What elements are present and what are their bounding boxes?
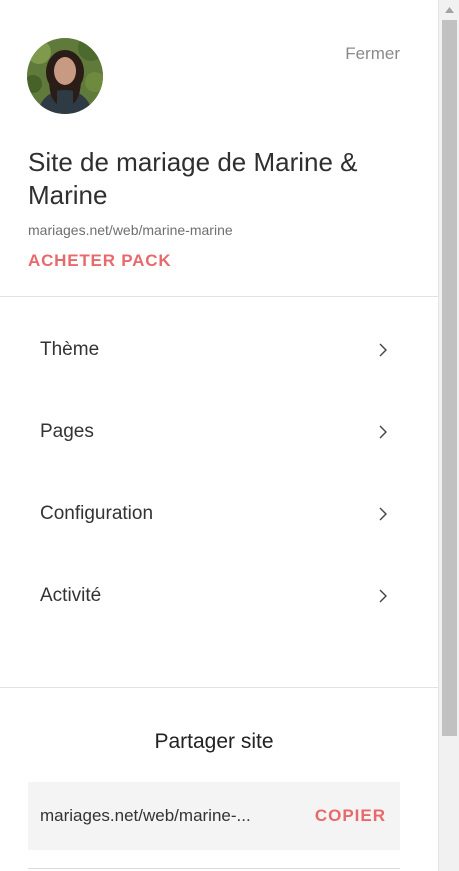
chevron-right-icon (379, 425, 387, 439)
menu-item-label: Activité (40, 585, 102, 606)
chevron-right-icon (379, 507, 387, 521)
buy-pack-link[interactable]: ACHETER PACK (28, 251, 171, 271)
scrollbar-thumb[interactable] (442, 20, 457, 736)
chevron-right-icon (379, 343, 387, 357)
divider (0, 296, 438, 297)
avatar (27, 38, 103, 114)
site-settings-panel: Fermer Site de mariage de Marine & Marin… (0, 0, 438, 871)
menu-item-activity[interactable]: Activité (40, 576, 390, 616)
chevron-right-icon (379, 589, 387, 603)
menu-item-label: Thème (40, 339, 100, 360)
site-title: Site de mariage de Marine & Marine (28, 147, 358, 210)
share-title: Partager site (154, 730, 274, 753)
menu-item-label: Pages (40, 421, 94, 442)
menu-item-theme[interactable]: Thème (40, 330, 390, 370)
vertical-scrollbar[interactable] (438, 0, 459, 871)
scroll-up-arrow-icon[interactable] (439, 0, 459, 20)
site-url: mariages.net/web/marine-marine (28, 222, 233, 238)
divider (0, 687, 438, 688)
menu-item-label: Configuration (40, 503, 154, 524)
avatar-image (27, 38, 103, 114)
share-url-box: mariages.net/web/marine-... COPIER (28, 782, 400, 850)
menu-item-pages[interactable]: Pages (40, 412, 390, 452)
menu-item-configuration[interactable]: Configuration (40, 494, 390, 534)
share-url[interactable]: mariages.net/web/marine-... (40, 806, 251, 826)
copy-button[interactable]: COPIER (315, 806, 386, 826)
close-button[interactable]: Fermer (345, 44, 400, 64)
